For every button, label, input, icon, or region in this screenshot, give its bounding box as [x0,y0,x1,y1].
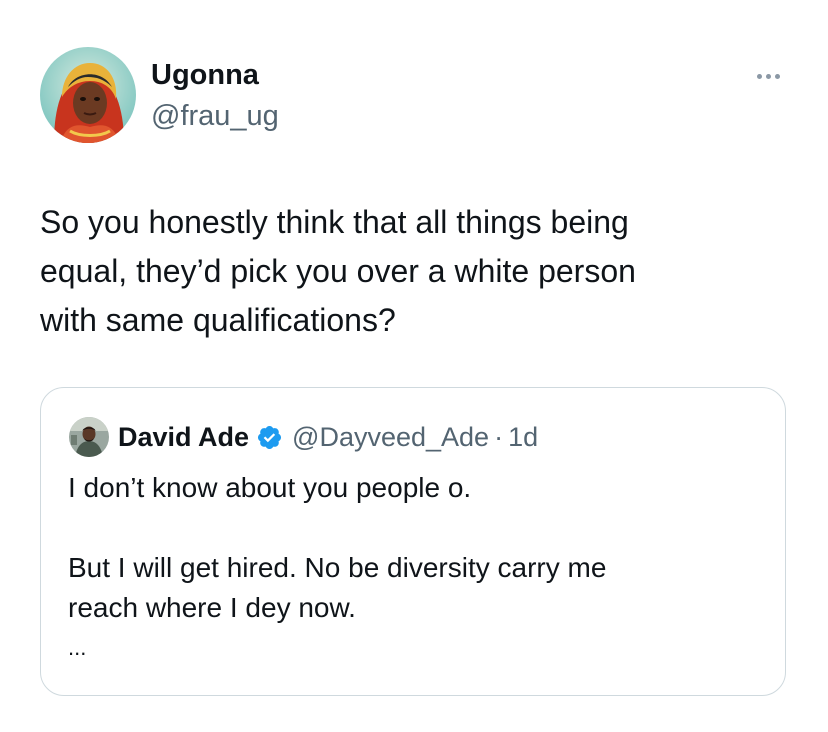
quoted-tweet-truncation: ... [68,635,87,660]
author-handle[interactable]: @frau_ug [151,98,279,134]
more-horizontal-icon-dot [774,73,780,79]
quoted-tweet-header: David Ade @Dayveed_Ade · 1d [118,418,538,456]
quoted-author-avatar[interactable] [69,417,109,457]
quoted-author-name[interactable]: David Ade [118,422,249,453]
quoted-tweet-text: I don’t know about you people o. But I w… [68,472,607,623]
author-avatar-image [40,47,136,143]
tweet-text: So you honestly think that all things be… [40,204,636,338]
quoted-tweet-time[interactable]: 1d [508,422,538,453]
verified-badge-icon [256,424,283,451]
quoted-tweet-card[interactable]: David Ade @Dayveed_Ade · 1d I don’t know… [40,387,786,696]
author-name[interactable]: Ugonna [151,57,259,93]
more-options-button[interactable] [748,64,788,88]
more-horizontal-icon [756,73,762,79]
tweet: Ugonna @frau_ug So you honestly think th… [0,0,828,732]
quoted-author-handle[interactable]: @Dayveed_Ade [292,422,489,453]
more-horizontal-icon-dot [765,73,771,79]
author-avatar[interactable] [40,47,136,143]
meta-separator: · [494,421,504,452]
quoted-author-avatar-image [69,417,109,457]
